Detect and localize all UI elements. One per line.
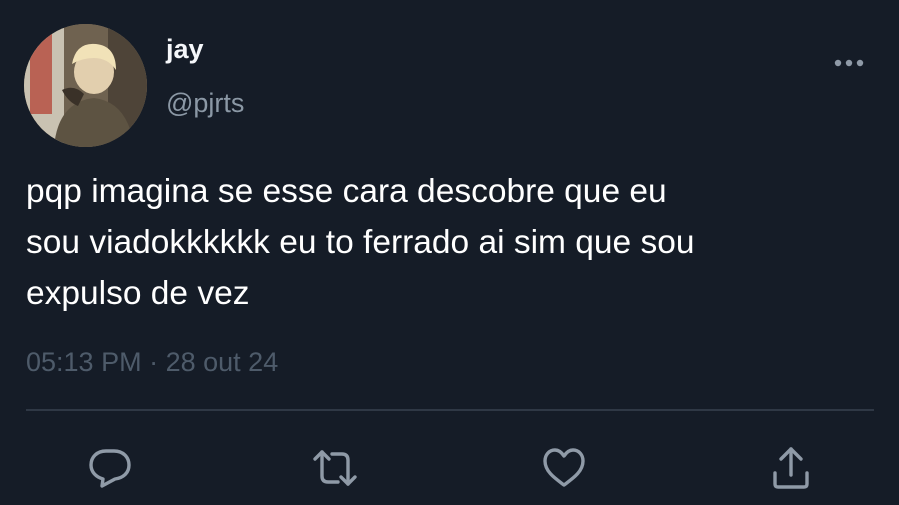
like-button[interactable] <box>540 444 588 492</box>
reply-button[interactable] <box>86 444 134 492</box>
share-button[interactable] <box>767 444 815 492</box>
username-handle[interactable]: @pjrts <box>166 86 244 120</box>
more-options-button[interactable] <box>826 48 872 78</box>
tweet-card: jay @pjrts pqp imagina se esse cara desc… <box>0 0 899 505</box>
retweet-icon <box>313 450 357 486</box>
tweet-timestamp: 05:13 PM · 28 out 24 <box>26 342 278 382</box>
more-icon <box>834 59 864 67</box>
avatar-photo <box>24 24 147 147</box>
retweet-button[interactable] <box>311 444 359 492</box>
divider <box>26 409 874 411</box>
tweet-date: 28 out 24 <box>165 347 279 377</box>
share-icon <box>773 447 809 489</box>
display-name[interactable]: jay <box>166 32 204 66</box>
timestamp-separator: · <box>149 347 159 377</box>
heart-icon <box>543 448 585 487</box>
avatar[interactable] <box>24 24 147 147</box>
reply-icon <box>89 449 131 488</box>
tweet-text: pqp imagina se esse cara descobre que eu… <box>26 173 695 312</box>
tweet-time: 05:13 PM <box>26 347 142 377</box>
